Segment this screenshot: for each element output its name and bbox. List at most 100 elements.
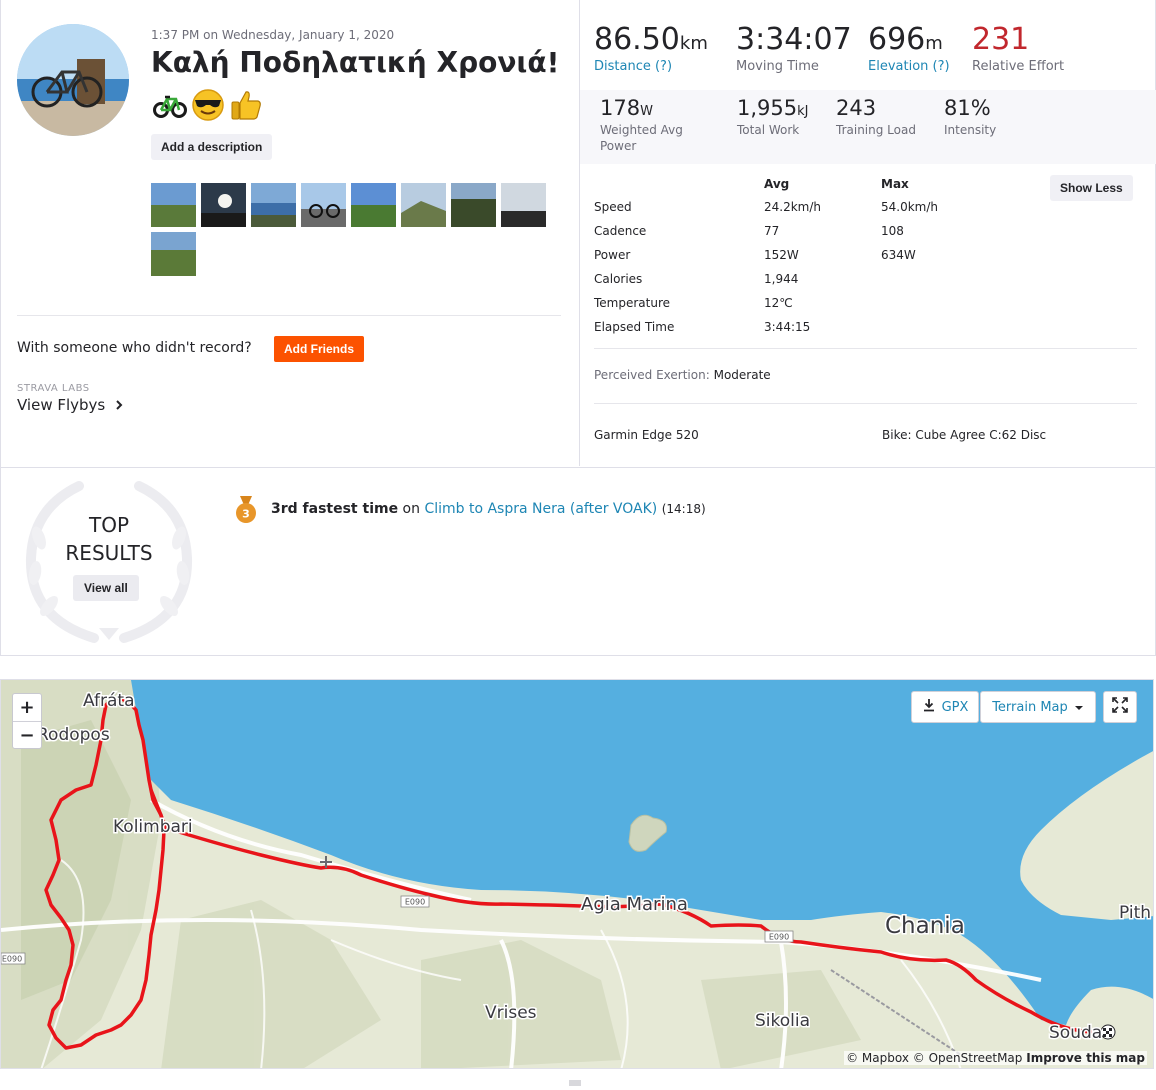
stat-elevation: 696m Elevation (?) [868,22,950,74]
add-friends-button[interactable]: Add Friends [274,336,365,362]
photo-thumbnail[interactable] [501,183,546,227]
photo-thumbnail[interactable] [351,183,396,227]
device-name: Garmin Edge 520 [594,428,699,442]
title-emojis [153,88,263,122]
stats-column: 86.50km Distance (?) 3:34:07 Moving Time… [579,0,1156,466]
divider [17,315,561,316]
add-description-button[interactable]: Add a description [151,134,273,160]
stat-unit: W [640,104,653,119]
road-shield: E090 [769,933,789,942]
detail-max: 634W [881,248,916,262]
place-label: Agia Marina [581,894,688,915]
place-label: Kolimbari [113,817,193,837]
stat-label-link[interactable]: Distance (?) [594,59,708,74]
photo-thumbnail[interactable] [401,183,446,227]
stat-total-work: 1,955kJ Total Work [737,96,809,138]
segment-link[interactable]: Climb to Aspra Nera (after VOAK) [424,501,657,517]
route-map[interactable]: E090 E090 E090 Afráta Rodopos Kolimbari … [0,679,1154,1069]
road-shield: E090 [405,898,425,907]
stat-unit: kJ [797,104,809,119]
stat-intensity: 81% Intensity [944,96,996,138]
stat-label: Moving Time [736,59,819,74]
title-line: TOP [88,513,130,537]
gpx-label: GPX [941,699,969,715]
strava-labs-label: STRAVA LABS [17,383,90,394]
stat-value: 243 [836,96,877,120]
caret-down-icon [1074,700,1084,715]
detail-row: Temperature 12℃ [594,296,1134,316]
gpx-download-button[interactable]: GPX [911,691,979,723]
thumbs-up-icon [229,88,263,122]
achievement-rank: 3rd fastest time [271,501,399,517]
detail-avg: 152W [764,248,799,262]
stat-value: 696 [868,22,926,57]
photo-thumbnail[interactable] [151,183,196,227]
view-flybys-link[interactable]: View Flybys [17,396,123,414]
stat-relative-effort[interactable]: 231 Relative Effort [972,22,1064,74]
map-type-label: Terrain Map [992,699,1068,715]
stat-moving-time: 3:34:07 Moving Time [736,22,852,74]
detail-row: Cadence 77 108 [594,224,1134,244]
top-results-title: TOP RESULTS [61,511,157,567]
column-header-avg: Avg [764,177,790,191]
avatar[interactable] [17,24,129,136]
finish-flag-icon [1100,1024,1116,1040]
achievement-line: 3rd fastest time on Climb to Aspra Nera … [271,501,706,517]
stat-value: 231 [972,22,1030,57]
top-results-card: TOP RESULTS View all 3 3rd fastest time … [0,468,1156,656]
view-all-button[interactable]: View all [73,575,139,601]
stat-value: 1,955 [737,96,798,120]
stat-value: 178 [600,96,641,120]
detail-avg: 77 [764,224,780,238]
column-header-max: Max [881,177,909,191]
map-attribution: © Mapbox © OpenStreetMap Improve this ma… [844,1051,1147,1065]
detail-max: 108 [881,224,904,238]
attribution-text[interactable]: © Mapbox © OpenStreetMap [846,1051,1022,1065]
place-label: Pith [1119,903,1151,923]
resize-grip-icon[interactable] [568,1071,582,1086]
photo-thumbnail[interactable] [151,232,196,276]
detail-avg: 1,944 [764,272,799,286]
stat-value: 3:34:07 [736,22,852,57]
fullscreen-button[interactable] [1103,691,1137,723]
detail-max: 54.0km/h [881,200,939,214]
activity-info-column: 1:37 PM on Wednesday, January 1, 2020 Κα… [1,0,579,466]
achievement-on: on [402,501,420,517]
place-label: Vrises [485,1003,537,1023]
exertion-value: Moderate [713,368,771,382]
detail-row: Elapsed Time 3:44:15 [594,320,1134,340]
detail-label: Power [594,248,631,262]
stat-distance: 86.50km Distance (?) [594,22,708,74]
activity-timestamp: 1:37 PM on Wednesday, January 1, 2020 [151,28,395,42]
stat-value: 86.50 [594,22,680,57]
detail-label: Elapsed Time [594,320,675,334]
photo-thumbnail[interactable] [201,183,246,227]
fullscreen-icon [1112,697,1128,717]
sunglasses-face-icon [191,88,225,122]
photo-thumbnail[interactable] [251,183,296,227]
divider [594,348,1137,349]
stat-label-link[interactable]: Elevation (?) [868,59,950,74]
download-icon [922,698,936,716]
bike-name[interactable]: Bike: Cube Agree C:62 Disc [882,428,1046,442]
improve-map-link[interactable]: Improve this map [1026,1051,1145,1065]
map-type-dropdown[interactable]: Terrain Map [980,691,1096,723]
map-canvas[interactable]: E090 E090 E090 Afráta Rodopos Kolimbari … [1,680,1154,1069]
exertion-label: Perceived Exertion: [594,368,710,382]
road-shield: E090 [2,955,22,964]
stat-label: Intensity [944,123,997,137]
photo-thumbnail[interactable] [301,183,346,227]
place-label: Souda [1049,1023,1102,1043]
zoom-in-button[interactable]: + [13,694,41,721]
photo-thumbnail[interactable] [451,183,496,227]
stat-unit: m [925,33,943,54]
stat-label: Weighted Avg Power [600,123,683,153]
show-less-button[interactable]: Show Less [1050,175,1133,201]
stat-training-load: 243 Training Load [836,96,916,138]
stat-label: Total Work [737,123,800,137]
detail-row: Power 152W 634W [594,248,1134,268]
place-label: Sikolia [755,1011,810,1031]
detail-row: Speed 24.2km/h 54.0km/h [594,200,1134,220]
zoom-out-button[interactable]: − [13,722,41,749]
stat-label: Relative Effort [972,59,1065,74]
